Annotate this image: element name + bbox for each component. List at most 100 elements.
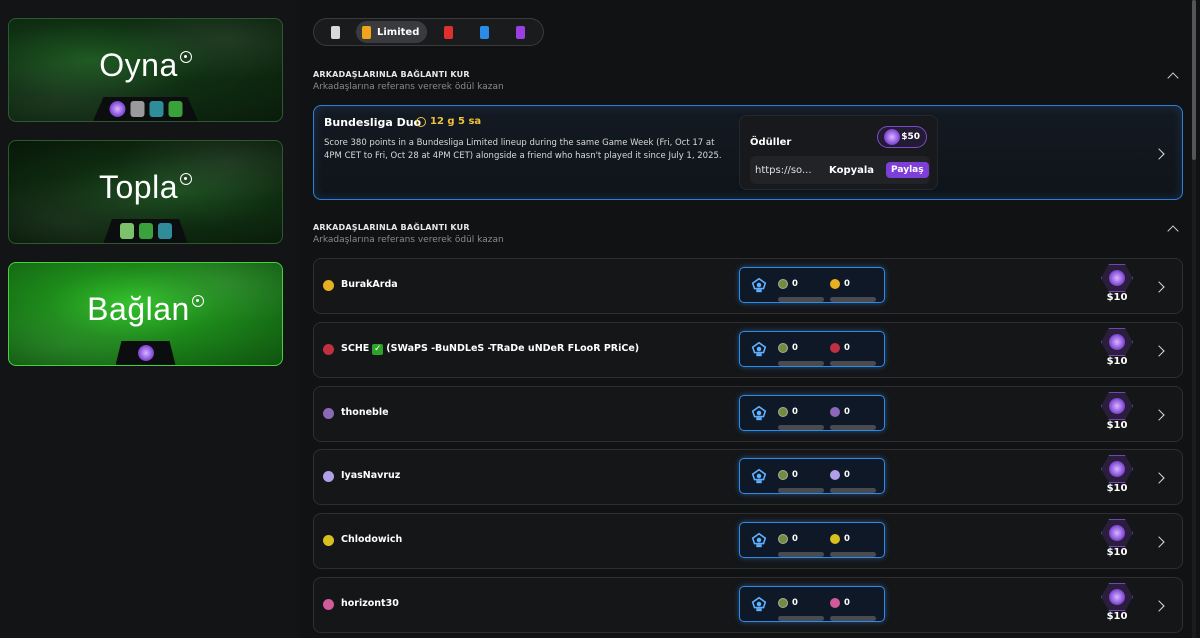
friend-reward: $10 (1097, 583, 1137, 627)
avatar (323, 280, 334, 291)
rarity-common-button[interactable] (320, 21, 350, 43)
chevron-right-icon[interactable] (1153, 345, 1165, 357)
clock-icon (416, 116, 426, 127)
reward-amount: $10 (1106, 292, 1128, 303)
reward-hex (1101, 328, 1133, 356)
card-icon (443, 25, 453, 39)
my-score: 0 (792, 533, 798, 544)
friend-row[interactable]: IyasNavruz 0 0 $10 (313, 449, 1183, 505)
rarity-super-rare-button[interactable] (469, 21, 499, 43)
friend-score: 0 (844, 278, 850, 289)
my-avatar (778, 469, 788, 480)
connect-card[interactable]: Bağlan (8, 262, 283, 366)
friend-row[interactable]: Chlodowich 0 0 $10 (313, 513, 1183, 569)
friend-avatar (830, 533, 840, 544)
my-progress-bar (778, 425, 824, 430)
reward-pill: $50 (877, 126, 927, 148)
rewards-box: Ödüller $50 https://so... Kopyala Paylaş (739, 115, 938, 190)
friend-reward: $10 (1097, 392, 1137, 436)
chevron-right-icon[interactable] (1153, 281, 1165, 293)
my-score: 0 (792, 278, 798, 289)
rarity-limited-label: Limited (377, 26, 420, 38)
bundesliga-logo-icon (750, 340, 768, 358)
rewards-label: Ödüller (750, 137, 792, 148)
my-progress: 0 (778, 401, 828, 430)
shirt-icon (138, 223, 153, 239)
my-score: 0 (792, 342, 798, 353)
section-subtitle: Arkadaşlarına referans vererek ödül kaza… (313, 82, 504, 92)
my-progress-bar (778, 361, 824, 366)
play-card[interactable]: Oyna (8, 18, 283, 122)
rarity-unique-button[interactable] (505, 21, 535, 43)
friend-row[interactable]: SCHE ✓ (SWaPS -BuNDLeS -TRaDe uNDeR FLooR … (313, 322, 1183, 378)
my-avatar (778, 597, 788, 608)
friend-avatar (830, 278, 840, 289)
scrollbar[interactable] (1192, 0, 1196, 638)
my-progress: 0 (778, 592, 828, 621)
chevron-right-icon[interactable] (1153, 409, 1165, 421)
duo-progress-box: 00 (739, 458, 885, 494)
coin-icon (109, 101, 125, 117)
referral-link[interactable]: https://so... (755, 165, 817, 176)
reward-hex (1101, 392, 1133, 420)
my-progress: 0 (778, 528, 828, 557)
rarity-limited-button[interactable]: Limited (356, 21, 428, 43)
chevron-right-icon[interactable] (1153, 148, 1165, 160)
shirt-icon (168, 101, 182, 117)
friend-progress: 0 (830, 528, 880, 557)
friend-row[interactable]: horizont30 0 0 $10 (313, 577, 1183, 633)
friend-avatar (830, 406, 840, 417)
chevron-right-icon[interactable] (1153, 600, 1165, 612)
chevron-right-icon[interactable] (1153, 536, 1165, 548)
connect-card-icons (115, 341, 176, 365)
my-progress: 0 (778, 337, 828, 366)
friend-reward: $10 (1097, 519, 1137, 563)
rarity-filter: Limited (313, 18, 544, 46)
reward-hex (1101, 455, 1133, 483)
avatar (323, 471, 334, 482)
bundesliga-logo-icon (750, 467, 768, 485)
coin-icon (1109, 398, 1125, 414)
friend-row[interactable]: BurakArda 0 0 $10 (313, 258, 1183, 314)
rarity-rare-button[interactable] (433, 21, 463, 43)
share-button[interactable]: Paylaş (886, 162, 929, 178)
friend-score: 0 (844, 469, 850, 480)
friend-reward: $10 (1097, 328, 1137, 372)
friend-row[interactable]: thoneble 0 0 $10 (313, 386, 1183, 442)
friend-progress: 0 (830, 464, 880, 493)
reward-amount: $10 (1106, 547, 1128, 558)
duo-challenge-card[interactable]: Bundesliga Duo 12 g 5 sa Score 380 point… (313, 105, 1183, 200)
section-subtitle: Arkadaşlarına referans vererek ödül kaza… (313, 235, 504, 245)
my-progress-bar (778, 488, 824, 493)
chevron-right-icon[interactable] (1153, 472, 1165, 484)
duo-progress-box: 00 (739, 331, 885, 367)
card-icon (149, 101, 163, 117)
collect-card[interactable]: Topla (8, 140, 283, 244)
reward-amount: $50 (901, 132, 920, 142)
reward-hex (1101, 519, 1133, 547)
coin-icon (884, 129, 900, 145)
play-card-title: Oyna (99, 47, 178, 83)
friend-progress: 0 (830, 337, 880, 366)
friend-avatar (830, 597, 840, 608)
referral-link-box: https://so... Kopyala Paylaş (750, 156, 930, 184)
card-icon (362, 25, 371, 39)
coin-icon (1109, 334, 1125, 350)
avatar (323, 599, 334, 610)
my-score: 0 (792, 406, 798, 417)
my-avatar (778, 406, 788, 417)
play-card-icons (93, 97, 198, 121)
duo-progress-box: 00 (739, 522, 885, 558)
my-score: 0 (792, 597, 798, 608)
friend-name: SCHE (341, 343, 370, 354)
duo-progress-box: 00 (739, 267, 885, 303)
friend-score: 0 (844, 342, 850, 353)
coin-icon (1109, 461, 1125, 477)
my-score: 0 (792, 469, 798, 480)
card-icon (130, 101, 144, 117)
reward-amount: $10 (1106, 356, 1128, 367)
avatar (323, 344, 334, 355)
reward-amount: $10 (1106, 611, 1128, 622)
copy-button[interactable]: Kopyala (829, 165, 874, 176)
friend-progress: 0 (830, 273, 880, 302)
